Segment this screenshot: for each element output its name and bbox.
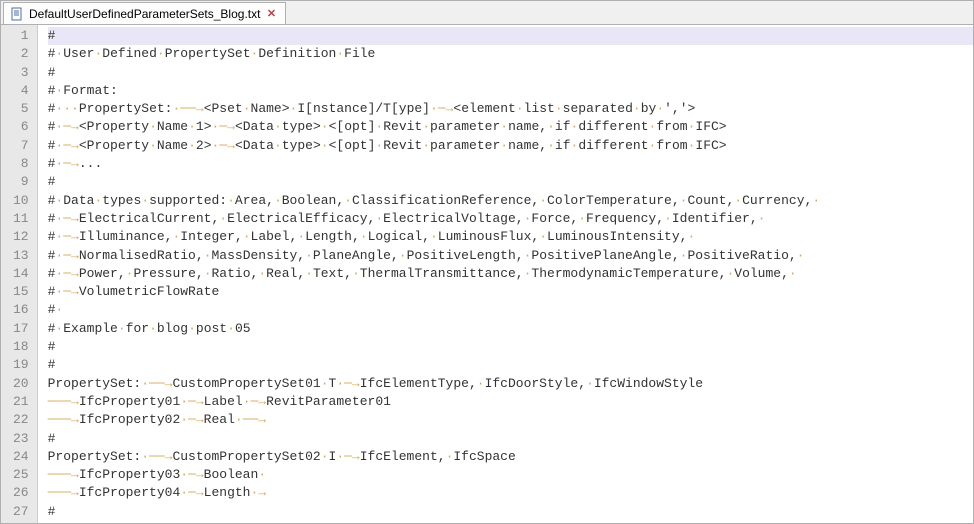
line-number: 4 xyxy=(13,82,29,100)
line-number: 12 xyxy=(13,228,29,246)
code-line[interactable]: ───→IfcProperty02·─→Real·──→ xyxy=(48,411,973,429)
line-number: 20 xyxy=(13,375,29,393)
line-number: 22 xyxy=(13,411,29,429)
code-line[interactable]: #·Data·types·supported:·Area,·Boolean,·C… xyxy=(48,192,973,210)
line-number: 3 xyxy=(13,64,29,82)
tab-bar: DefaultUserDefinedParameterSets_Blog.txt… xyxy=(1,1,973,25)
code-line[interactable]: #·─→<Property·Name·1>·─→<Data·type>·<[op… xyxy=(48,118,973,136)
code-line[interactable]: # xyxy=(48,356,973,374)
line-number: 7 xyxy=(13,137,29,155)
line-number: 8 xyxy=(13,155,29,173)
line-number: 17 xyxy=(13,320,29,338)
line-number: 5 xyxy=(13,100,29,118)
line-number: 19 xyxy=(13,356,29,374)
code-line[interactable]: # xyxy=(48,64,973,82)
line-number: 27 xyxy=(13,503,29,521)
close-icon[interactable]: ✕ xyxy=(265,8,277,20)
line-number: 11 xyxy=(13,210,29,228)
code-line[interactable]: ───→IfcProperty04·─→Length·→ xyxy=(48,484,973,502)
code-line[interactable]: # xyxy=(48,503,973,521)
line-number: 1 xyxy=(13,27,29,45)
code-line[interactable]: # xyxy=(48,338,973,356)
line-number: 23 xyxy=(13,430,29,448)
line-number: 25 xyxy=(13,466,29,484)
line-number: 2 xyxy=(13,45,29,63)
code-line[interactable]: #·─→... xyxy=(48,155,973,173)
code-line[interactable]: #···PropertySet:·──→<Pset·Name>·I[nstanc… xyxy=(48,100,973,118)
line-number: 10 xyxy=(13,192,29,210)
code-line[interactable]: #·Example·for·blog·post·05 xyxy=(48,320,973,338)
code-line[interactable]: # xyxy=(48,27,973,45)
line-number-gutter: 1234567891011121314151617181920212223242… xyxy=(1,25,38,523)
code-line[interactable]: #·─→Illuminance,·Integer,·Label,·Length,… xyxy=(48,228,973,246)
line-number: 18 xyxy=(13,338,29,356)
file-icon xyxy=(10,7,24,21)
code-line[interactable]: PropertySet:·──→CustomPropertySet01·T·─→… xyxy=(48,375,973,393)
code-line[interactable]: #·─→VolumetricFlowRate xyxy=(48,283,973,301)
code-line[interactable]: #· xyxy=(48,301,973,319)
line-number: 16 xyxy=(13,301,29,319)
line-number: 9 xyxy=(13,173,29,191)
line-number: 21 xyxy=(13,393,29,411)
code-line[interactable]: PropertySet:·──→CustomPropertySet02·I·─→… xyxy=(48,448,973,466)
code-line[interactable]: # xyxy=(48,173,973,191)
line-number: 14 xyxy=(13,265,29,283)
line-number: 13 xyxy=(13,247,29,265)
code-line[interactable]: # xyxy=(48,430,973,448)
line-number: 26 xyxy=(13,484,29,502)
text-editor[interactable]: 1234567891011121314151617181920212223242… xyxy=(1,25,973,523)
code-line[interactable]: ───→IfcProperty01·─→Label·─→RevitParamet… xyxy=(48,393,973,411)
line-number: 24 xyxy=(13,448,29,466)
code-line[interactable]: #·─→NormalisedRatio,·MassDensity,·PlaneA… xyxy=(48,247,973,265)
tab-label: DefaultUserDefinedParameterSets_Blog.txt xyxy=(29,7,260,21)
code-area[interactable]: ##·User·Defined·PropertySet·Definition·F… xyxy=(38,25,973,523)
code-line[interactable]: #·Format: xyxy=(48,82,973,100)
line-number: 6 xyxy=(13,118,29,136)
code-line[interactable]: #·─→ElectricalCurrent,·ElectricalEfficac… xyxy=(48,210,973,228)
code-line[interactable]: ───→IfcProperty03·─→Boolean· xyxy=(48,466,973,484)
code-line[interactable]: #·─→<Property·Name·2>·─→<Data·type>·<[op… xyxy=(48,137,973,155)
code-line[interactable]: #·─→Power,·Pressure,·Ratio,·Real,·Text,·… xyxy=(48,265,973,283)
line-number: 15 xyxy=(13,283,29,301)
editor-tab[interactable]: DefaultUserDefinedParameterSets_Blog.txt… xyxy=(3,2,286,24)
code-line[interactable]: #·User·Defined·PropertySet·Definition·Fi… xyxy=(48,45,973,63)
